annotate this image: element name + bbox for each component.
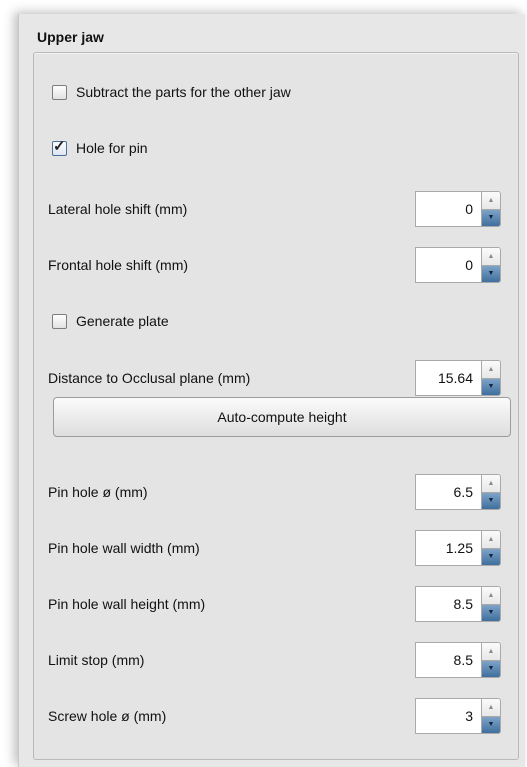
frontal-hole-shift-label: Frontal hole shift (mm) bbox=[48, 257, 189, 273]
hole-for-pin-checkbox-row[interactable]: ✓ Hole for pin bbox=[52, 137, 148, 156]
lateral-hole-shift-input[interactable]: 0 bbox=[415, 191, 481, 227]
spin-up-arrow-icon[interactable]: ▲ bbox=[482, 531, 500, 549]
pin-hole-diameter-spinner[interactable]: 6.5 ▲ ▼ bbox=[415, 474, 501, 510]
spinner-buttons: ▲ ▼ bbox=[481, 642, 501, 678]
pin-hole-diameter-input[interactable]: 6.5 bbox=[415, 474, 481, 510]
spinner-buttons: ▲ ▼ bbox=[481, 191, 501, 227]
spin-up-arrow-icon[interactable]: ▲ bbox=[482, 248, 500, 266]
pin-hole-wall-width-spinner[interactable]: 1.25 ▲ ▼ bbox=[415, 530, 501, 566]
spin-up-arrow-icon[interactable]: ▲ bbox=[482, 699, 500, 717]
hole-for-pin-label: Hole for pin bbox=[76, 140, 148, 156]
frontal-hole-shift-spinner[interactable]: 0 ▲ ▼ bbox=[415, 247, 501, 283]
screw-hole-diameter-input[interactable]: 3 bbox=[415, 698, 481, 734]
spin-up-arrow-icon[interactable]: ▲ bbox=[482, 361, 500, 379]
limit-stop-spinner[interactable]: 8.5 ▲ ▼ bbox=[415, 642, 501, 678]
generate-plate-label: Generate plate bbox=[76, 313, 169, 329]
generate-plate-checkbox[interactable] bbox=[52, 313, 67, 329]
screw-hole-diameter-spinner[interactable]: 3 ▲ ▼ bbox=[415, 698, 501, 734]
spinner-buttons: ▲ ▼ bbox=[481, 247, 501, 283]
distance-occlusal-label: Distance to Occlusal plane (mm) bbox=[48, 370, 251, 386]
spin-up-arrow-icon[interactable]: ▲ bbox=[482, 475, 500, 493]
spin-down-arrow-icon[interactable]: ▼ bbox=[482, 660, 500, 677]
distance-occlusal-input[interactable]: 15.64 bbox=[415, 360, 481, 396]
spin-down-arrow-icon[interactable]: ▼ bbox=[482, 492, 500, 509]
spin-down-arrow-icon[interactable]: ▼ bbox=[482, 716, 500, 733]
limit-stop-label: Limit stop (mm) bbox=[48, 652, 145, 668]
screw-hole-diameter-label: Screw hole ø (mm) bbox=[48, 708, 167, 724]
pin-hole-wall-width-input[interactable]: 1.25 bbox=[415, 530, 481, 566]
auto-compute-height-button[interactable]: Auto-compute height bbox=[53, 397, 511, 437]
subtract-other-jaw-label: Subtract the parts for the other jaw bbox=[76, 84, 291, 100]
spinner-buttons: ▲ ▼ bbox=[481, 698, 501, 734]
spinner-buttons: ▲ ▼ bbox=[481, 530, 501, 566]
generate-plate-checkbox-row[interactable]: Generate plate bbox=[52, 313, 169, 329]
panel-frame: Upper jaw Subtract the parts for the oth… bbox=[18, 14, 525, 767]
checkmark-icon: ✓ bbox=[53, 137, 66, 155]
spin-down-arrow-icon[interactable]: ▼ bbox=[482, 378, 500, 395]
subtract-other-jaw-checkbox-row[interactable]: Subtract the parts for the other jaw bbox=[52, 84, 291, 100]
pin-hole-wall-height-input[interactable]: 8.5 bbox=[415, 586, 481, 622]
limit-stop-input[interactable]: 8.5 bbox=[415, 642, 481, 678]
lateral-hole-shift-spinner[interactable]: 0 ▲ ▼ bbox=[415, 191, 501, 227]
spinner-buttons: ▲ ▼ bbox=[481, 360, 501, 396]
spin-up-arrow-icon[interactable]: ▲ bbox=[482, 643, 500, 661]
spin-up-arrow-icon[interactable]: ▲ bbox=[482, 587, 500, 605]
pin-hole-diameter-label: Pin hole ø (mm) bbox=[48, 484, 148, 500]
subtract-other-jaw-checkbox[interactable] bbox=[52, 84, 67, 100]
spin-up-arrow-icon[interactable]: ▲ bbox=[482, 192, 500, 210]
spin-down-arrow-icon[interactable]: ▼ bbox=[482, 265, 500, 282]
spin-down-arrow-icon[interactable]: ▼ bbox=[482, 548, 500, 565]
distance-occlusal-spinner[interactable]: 15.64 ▲ ▼ bbox=[415, 360, 501, 396]
spinner-buttons: ▲ ▼ bbox=[481, 586, 501, 622]
pin-hole-wall-width-label: Pin hole wall width (mm) bbox=[48, 540, 200, 556]
lateral-hole-shift-label: Lateral hole shift (mm) bbox=[48, 201, 188, 217]
spinner-buttons: ▲ ▼ bbox=[481, 474, 501, 510]
frontal-hole-shift-input[interactable]: 0 bbox=[415, 247, 481, 283]
spin-down-arrow-icon[interactable]: ▼ bbox=[482, 604, 500, 621]
settings-panel: Upper jaw Subtract the parts for the oth… bbox=[19, 14, 525, 767]
hole-for-pin-checkbox[interactable]: ✓ bbox=[52, 137, 67, 156]
group-title: Upper jaw bbox=[37, 29, 104, 45]
pin-hole-wall-height-label: Pin hole wall height (mm) bbox=[48, 596, 206, 612]
pin-hole-wall-height-spinner[interactable]: 8.5 ▲ ▼ bbox=[415, 586, 501, 622]
spin-down-arrow-icon[interactable]: ▼ bbox=[482, 209, 500, 226]
